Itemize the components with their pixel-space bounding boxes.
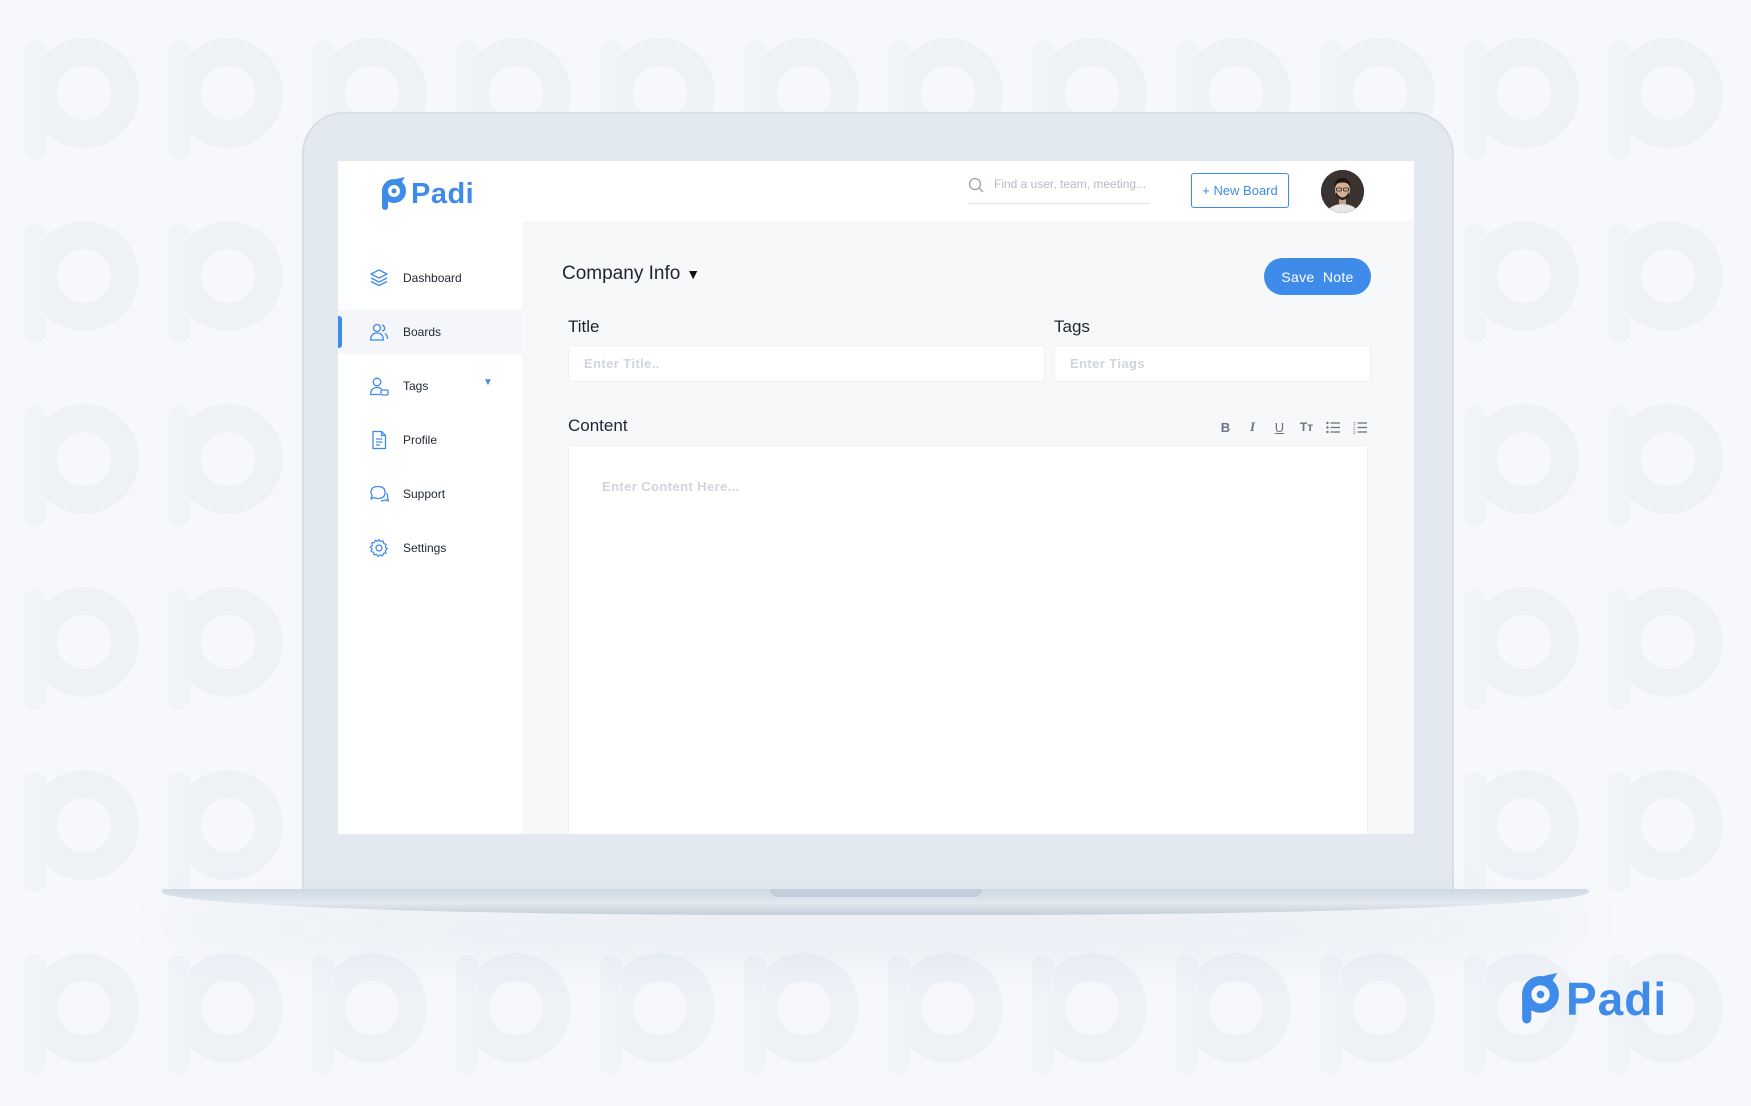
numbered-list-icon: 1 2 3	[1353, 421, 1367, 434]
sidebar-item-profile[interactable]: Profile	[338, 418, 522, 462]
padi-logo-icon	[382, 177, 406, 210]
brand-logo: Padi	[1516, 972, 1667, 1026]
new-board-button[interactable]: + New Board	[1191, 173, 1289, 208]
search-input[interactable]	[992, 176, 1152, 192]
title-input[interactable]	[568, 345, 1045, 382]
chat-icon	[370, 485, 389, 502]
sidebar-item-label: Support	[403, 487, 446, 501]
editor-toolbar: B I U Tт 1 2 3	[1212, 417, 1374, 437]
search-bar	[968, 173, 1152, 204]
title-label: Title	[568, 317, 600, 336]
tags-label: Tags	[1054, 317, 1090, 336]
chevron-down-icon[interactable]: ▼	[483, 377, 493, 388]
main-content: Company Info ▼ Save Note Title Tags Cont…	[522, 221, 1414, 834]
layers-icon	[370, 269, 388, 287]
content-textarea[interactable]	[569, 446, 1367, 834]
numbered-list-button[interactable]: 1 2 3	[1347, 417, 1374, 437]
sidebar-item-tags[interactable]: Tags ▼	[338, 364, 522, 408]
brand-name: Padi	[1566, 973, 1668, 1025]
text-size-icon: Tт	[1299, 420, 1314, 434]
bullet-list-button[interactable]	[1320, 417, 1347, 437]
sidebar-item-dashboard[interactable]: Dashboard	[338, 256, 522, 300]
svg-text:3: 3	[1353, 430, 1356, 434]
save-note-button[interactable]: Save Note	[1264, 258, 1371, 295]
app-logo[interactable]: Padi	[378, 177, 474, 211]
sidebar-item-label: Settings	[403, 541, 447, 555]
top-bar: Padi + New Board	[338, 161, 1414, 221]
user-tag-icon	[369, 377, 389, 396]
italic-button[interactable]: I	[1239, 417, 1266, 437]
sidebar-item-label: Dashboard	[403, 271, 462, 285]
sidebar-item-label: Profile	[403, 433, 438, 447]
underline-icon: U	[1274, 419, 1285, 435]
caret-down-icon: ▼	[686, 266, 701, 282]
laptop-notch	[770, 889, 982, 897]
sidebar-item-label: Tags	[403, 379, 429, 393]
gear-icon	[369, 538, 388, 558]
search-icon	[968, 177, 984, 193]
bold-icon: B	[1220, 419, 1231, 435]
content-editor	[568, 445, 1368, 834]
tags-input[interactable]	[1054, 345, 1371, 382]
users-icon	[369, 323, 389, 341]
sidebar-item-settings[interactable]: Settings	[338, 526, 522, 570]
sidebar-item-support[interactable]: Support	[338, 472, 522, 516]
page-title: Company Info	[562, 263, 681, 284]
bullet-list-icon	[1326, 421, 1340, 433]
padi-logo-icon	[1522, 972, 1559, 1024]
content-label: Content	[568, 416, 628, 435]
italic-icon: I	[1249, 419, 1256, 434]
sidebar-item-label: Boards	[403, 325, 442, 339]
board-selector[interactable]: Company Info ▼	[562, 263, 700, 285]
underline-button[interactable]: U	[1266, 417, 1293, 437]
app-screen: Padi + New Board	[338, 161, 1414, 834]
avatar[interactable]	[1321, 170, 1364, 213]
app-name: Padi	[411, 177, 475, 210]
bold-button[interactable]: B	[1212, 417, 1239, 437]
sidebar-item-boards[interactable]: Boards	[338, 310, 522, 354]
user-photo	[1321, 170, 1364, 213]
document-icon	[372, 430, 387, 450]
sidebar: Dashboard Boards Tags ▼ Profile Support …	[338, 221, 522, 834]
text-size-button[interactable]: Tт	[1293, 417, 1320, 437]
